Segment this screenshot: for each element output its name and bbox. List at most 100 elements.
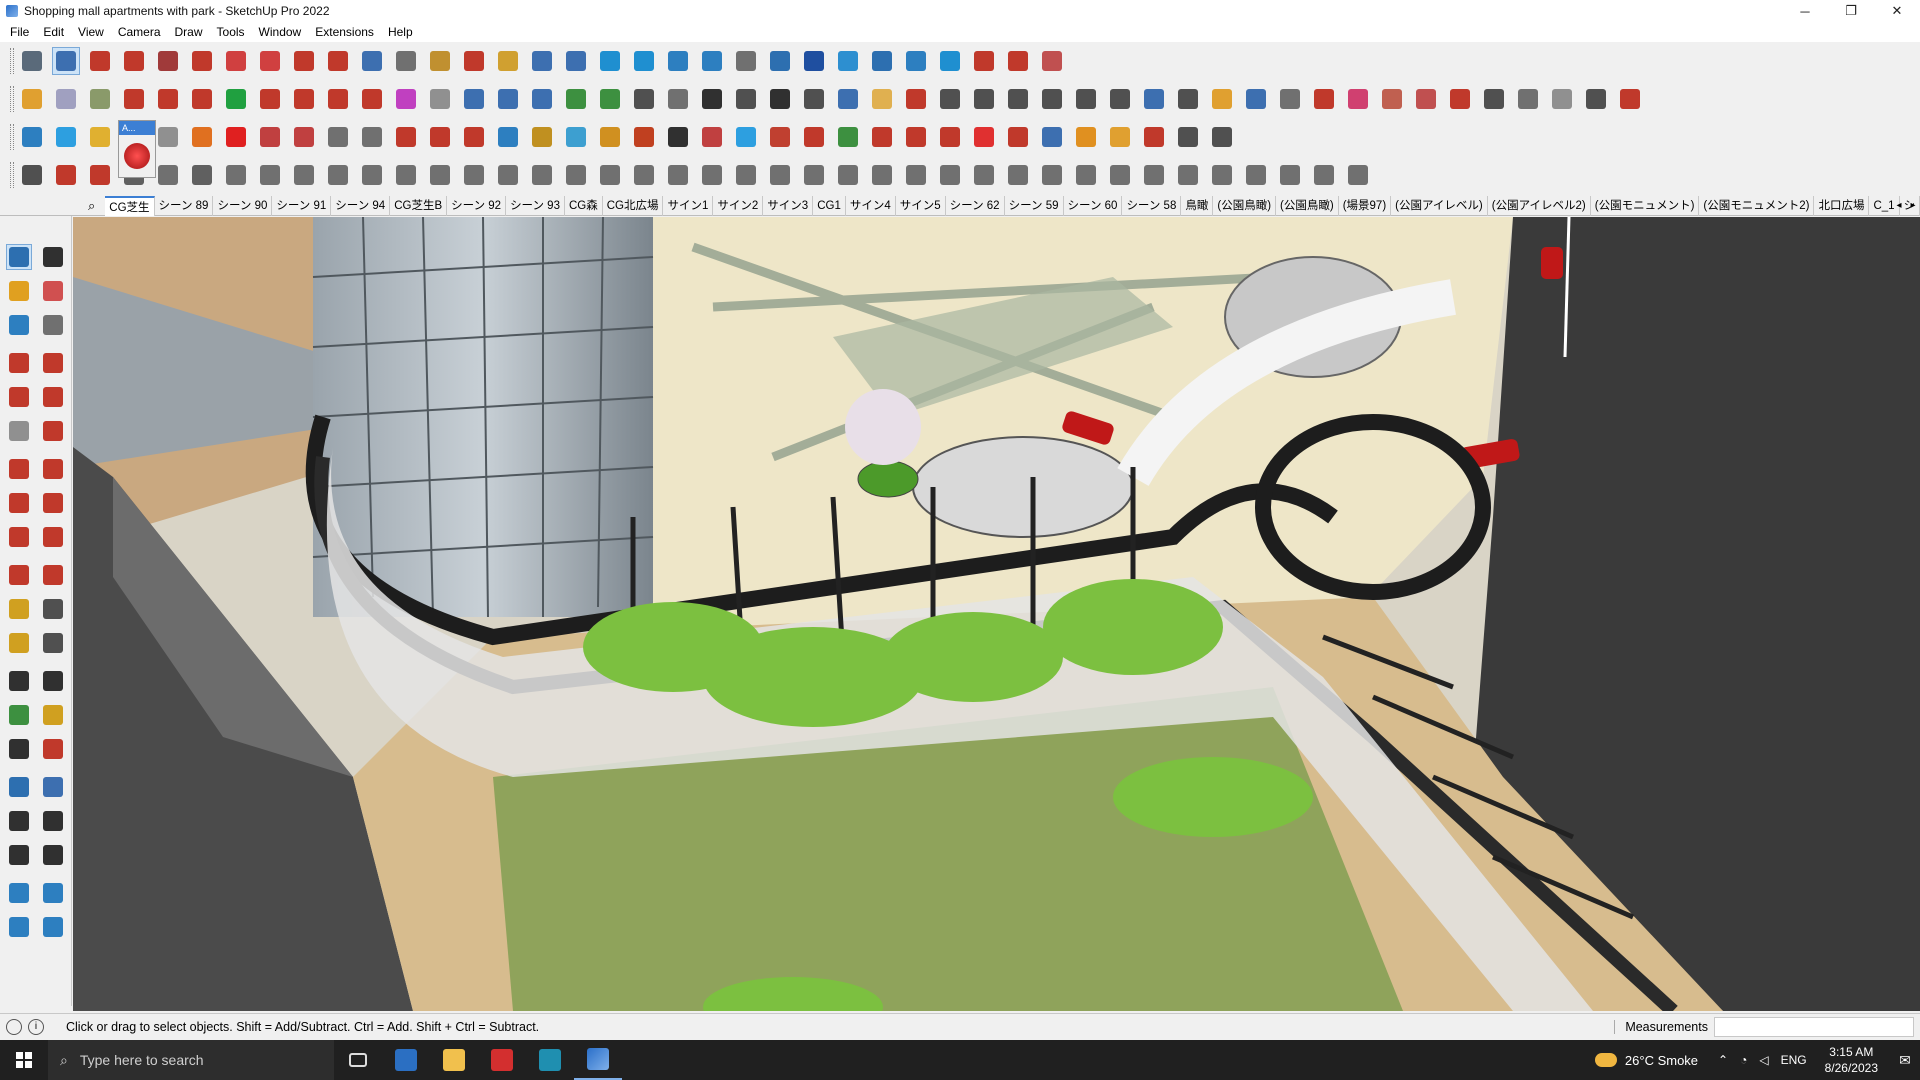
toolbar-tool-button[interactable] xyxy=(732,47,760,75)
toolbar-tool-button[interactable] xyxy=(494,85,522,113)
toolbar-tool-button[interactable] xyxy=(630,161,658,189)
menu-file[interactable]: File xyxy=(3,25,36,39)
close-button[interactable]: ✕ xyxy=(1874,0,1920,22)
scene-tab[interactable]: (公園モニュメント) xyxy=(1591,195,1700,216)
toolbar-tool-button[interactable] xyxy=(902,85,930,113)
acrobat-app[interactable] xyxy=(478,1040,526,1080)
toolbar-tool-button[interactable] xyxy=(494,47,522,75)
toolbar-tool-button[interactable] xyxy=(1106,123,1134,151)
toolbar-tool-button[interactable] xyxy=(290,47,318,75)
toolbar-tool-button[interactable] xyxy=(18,123,46,151)
toolbar-tool-button[interactable] xyxy=(188,85,216,113)
toolbar-tool-button[interactable] xyxy=(1242,161,1270,189)
palette-tool-button[interactable] xyxy=(6,736,32,762)
palette-tool-button[interactable] xyxy=(40,842,66,868)
scene-tab[interactable]: (公園アイレベル) xyxy=(1391,195,1488,216)
toolbar-tool-button[interactable] xyxy=(902,47,930,75)
palette-tool-button[interactable] xyxy=(40,490,66,516)
toolbar-tool-button[interactable] xyxy=(732,85,760,113)
menu-window[interactable]: Window xyxy=(252,25,309,39)
toolbar-tool-button[interactable] xyxy=(120,47,148,75)
toolbar-tool-button[interactable] xyxy=(1140,161,1168,189)
scene-tab[interactable]: CG芝生B xyxy=(390,195,448,216)
scene-scroll-right-button[interactable]: ▸ xyxy=(1906,196,1920,216)
palette-tool-button[interactable] xyxy=(6,702,32,728)
menu-draw[interactable]: Draw xyxy=(168,25,210,39)
toolbar-tool-button[interactable] xyxy=(1344,161,1372,189)
toolbar-tool-button[interactable] xyxy=(698,85,726,113)
palette-tool-button[interactable] xyxy=(40,630,66,656)
toolbar-tool-button[interactable] xyxy=(1548,85,1576,113)
palette-tool-button[interactable] xyxy=(6,278,32,304)
toolbar-tool-button[interactable] xyxy=(52,47,80,75)
toolbar-tool-button[interactable] xyxy=(324,85,352,113)
scene-tab[interactable]: サイン2 xyxy=(713,195,764,216)
palette-tool-button[interactable] xyxy=(40,702,66,728)
toolbar-tool-button[interactable] xyxy=(222,123,250,151)
scene-tab[interactable]: サイン4 xyxy=(846,195,896,216)
scene-tab[interactable]: (公園アイレベル2) xyxy=(1488,195,1591,216)
toolbar-tool-button[interactable] xyxy=(868,85,896,113)
toolbar-tool-button[interactable] xyxy=(52,85,80,113)
toolbar-tool-button[interactable] xyxy=(596,85,624,113)
scene-tab[interactable]: CG北広場 xyxy=(603,195,664,216)
toolbar-tool-button[interactable] xyxy=(52,161,80,189)
start-button[interactable] xyxy=(0,1040,48,1080)
toolbar-tool-button[interactable] xyxy=(936,123,964,151)
toolbar-tool-button[interactable] xyxy=(766,161,794,189)
menu-view[interactable]: View xyxy=(71,25,111,39)
ruby-icon[interactable] xyxy=(124,143,150,169)
toolbar-tool-button[interactable] xyxy=(970,161,998,189)
network-icon[interactable]: ◔ xyxy=(1740,1053,1747,1067)
toolbar-tool-button[interactable] xyxy=(120,85,148,113)
menu-tools[interactable]: Tools xyxy=(210,25,252,39)
toolbar-tool-button[interactable] xyxy=(1072,123,1100,151)
palette-tool-button[interactable] xyxy=(6,596,32,622)
scene-tab[interactable]: (場景97) xyxy=(1339,195,1392,216)
toolbar-tool-button[interactable] xyxy=(1446,85,1474,113)
toolbar-tool-button[interactable] xyxy=(936,161,964,189)
toolbar-tool-button[interactable] xyxy=(800,85,828,113)
tray-overflow-icon[interactable]: ⌃ xyxy=(1718,1053,1728,1067)
toolbar-tool-button[interactable] xyxy=(1038,161,1066,189)
3d-model-viewport[interactable] xyxy=(73,217,1920,1011)
toolbar-tool-button[interactable] xyxy=(1106,161,1134,189)
scene-tab[interactable]: シーン 62 xyxy=(946,195,1005,216)
palette-tool-button[interactable] xyxy=(6,774,32,800)
toolbar-tool-button[interactable] xyxy=(358,161,386,189)
toolbar-tool-button[interactable] xyxy=(1004,161,1032,189)
toolbar-tool-button[interactable] xyxy=(188,161,216,189)
toolbar-tool-button[interactable] xyxy=(1344,85,1372,113)
info-icon[interactable]: i xyxy=(28,1019,44,1035)
scene-tab[interactable]: (公園鳥瞰) xyxy=(1213,195,1277,216)
palette-tool-button[interactable] xyxy=(6,490,32,516)
language-indicator[interactable]: ENG xyxy=(1781,1053,1807,1067)
toolbar-tool-button[interactable] xyxy=(1378,85,1406,113)
toolbar-tool-button[interactable] xyxy=(902,123,930,151)
toolbar-tool-button[interactable] xyxy=(86,161,114,189)
toolbar-tool-button[interactable] xyxy=(834,123,862,151)
toolbar-tool-button[interactable] xyxy=(528,47,556,75)
toolbar-tool-button[interactable] xyxy=(868,123,896,151)
palette-tool-button[interactable] xyxy=(40,736,66,762)
palette-tool-button[interactable] xyxy=(40,278,66,304)
palette-tool-button[interactable] xyxy=(6,456,32,482)
toolbar-tool-button[interactable] xyxy=(256,47,284,75)
toolbar-tool-button[interactable] xyxy=(324,161,352,189)
toolbar-tool-button[interactable] xyxy=(86,123,114,151)
palette-tool-button[interactable] xyxy=(6,312,32,338)
weather-widget[interactable]: 26°C Smoke xyxy=(1594,1053,1698,1068)
toolbar-tool-button[interactable] xyxy=(86,47,114,75)
palette-tool-button[interactable] xyxy=(40,562,66,588)
toolbar-tool-button[interactable] xyxy=(1140,123,1168,151)
toolbar-tool-button[interactable] xyxy=(154,85,182,113)
toolbar-tool-button[interactable] xyxy=(1310,161,1338,189)
palette-tool-button[interactable] xyxy=(6,244,32,270)
toolbar-tool-button[interactable] xyxy=(732,123,760,151)
toolbar-tool-button[interactable] xyxy=(494,161,522,189)
palette-tool-button[interactable] xyxy=(40,914,66,940)
notification-icon[interactable]: ✉ xyxy=(1890,1052,1920,1069)
scene-tab[interactable]: 北口広場 xyxy=(1814,195,1870,216)
toolbar-tool-button[interactable] xyxy=(562,123,590,151)
palette-tool-button[interactable] xyxy=(40,244,66,270)
